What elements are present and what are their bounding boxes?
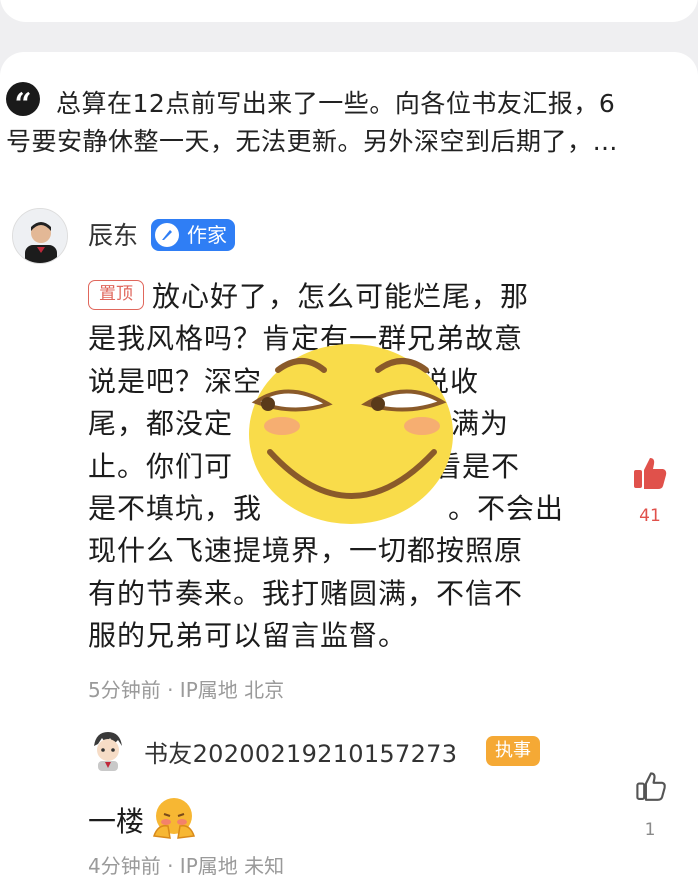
author-name[interactable]: 辰东 — [88, 218, 138, 254]
like-count: 41 — [639, 506, 661, 526]
reply-avatar[interactable] — [88, 728, 128, 772]
reply-text: 一楼 — [88, 805, 145, 838]
like-button[interactable] — [630, 454, 670, 494]
reply-like-button[interactable] — [634, 770, 668, 804]
quote-line-1: 总算在12点前写出来了一些。向各位书友汇报，6 — [56, 89, 616, 118]
comment-meta: 5分钟前 · IP属地 北京 — [88, 678, 285, 702]
comment-line: 放心好了，怎么可能烂尾，那 — [152, 280, 530, 313]
reply-meta: 4分钟前 · IP属地 未知 — [88, 854, 285, 878]
reply-role-badge: 执事 — [486, 736, 540, 766]
author-avatar[interactable] — [12, 208, 68, 264]
pinned-tag: 置顶 — [88, 280, 144, 310]
comment-line: 现什么飞速提境界，一切都按照原 — [88, 534, 524, 568]
pen-icon — [155, 223, 179, 247]
bow-emoji-icon — [148, 796, 198, 840]
author-badge: 作家 — [151, 219, 235, 251]
comment-line: 服的兄弟可以留言监督。 — [88, 619, 408, 653]
reply-author-name[interactable]: 书友20200219210157273 — [144, 734, 457, 769]
chapter-quote[interactable]: “ 总算在12点前写出来了一些。向各位书友汇报，6 号要安静休整一天，无法更新。另… — [6, 82, 692, 161]
smirk-emoji-sticker — [246, 340, 456, 526]
previous-card — [0, 0, 698, 22]
comment-line: 有的节奏来。我打赌圆满，不信不 — [88, 576, 524, 610]
author-badge-label: 作家 — [187, 223, 227, 247]
reply-like-count: 1 — [644, 820, 656, 840]
quote-icon: “ — [6, 82, 40, 122]
thumbs-up-outline-icon — [634, 772, 668, 808]
quote-line-2: 号要安静休整一天，无法更新。另外深空到后期了，… — [6, 127, 619, 156]
thumbs-up-filled-icon — [630, 458, 670, 498]
